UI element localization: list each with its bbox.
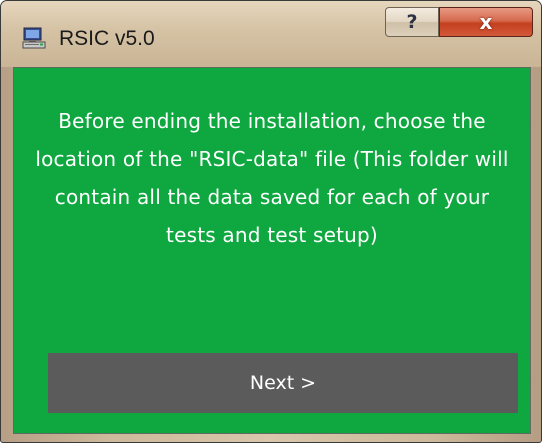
computer-installer-icon [22,27,46,49]
close-button[interactable]: x [439,7,533,37]
help-icon: ? [406,10,418,33]
close-icon: x [479,10,493,34]
help-button[interactable]: ? [385,7,439,37]
window-title: RSIC v5.0 [59,27,155,50]
next-button-label: Next > [249,372,317,394]
next-button[interactable]: Next > [48,353,518,413]
dialog-content: Before ending the installation, choose t… [13,67,531,434]
installer-window: RSIC v5.0 ? x Before ending the installa… [0,0,542,443]
instruction-message: Before ending the installation, choose t… [35,109,509,247]
title-bar[interactable]: RSIC v5.0 ? x [1,1,541,67]
